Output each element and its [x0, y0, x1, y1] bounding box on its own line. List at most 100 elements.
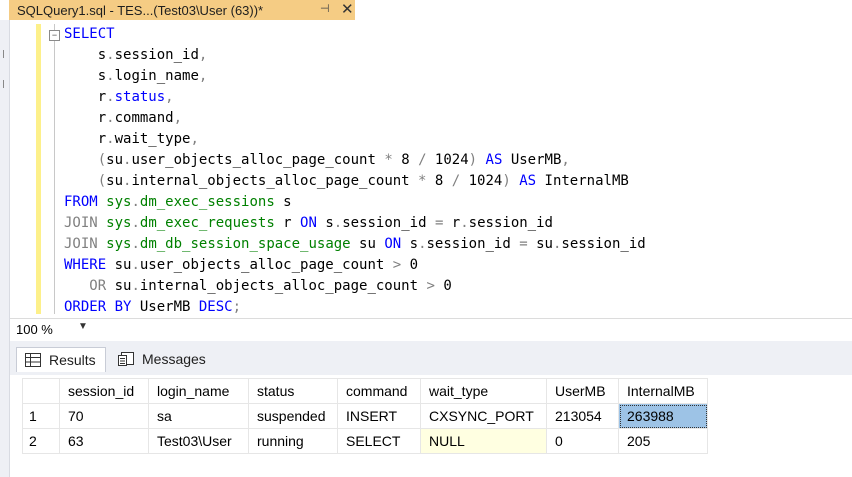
code-token: su	[114, 257, 132, 273]
code-token: 0	[401, 257, 419, 273]
code-token: ,	[173, 110, 183, 126]
column-header-login-name[interactable]: login_name	[148, 378, 249, 404]
column-header-internalmb[interactable]: InternalMB	[618, 378, 708, 404]
cell-usermb[interactable]: 0	[546, 428, 619, 454]
code-token: ,	[561, 152, 570, 168]
code-token: JOIN	[64, 236, 107, 252]
column-header-session-id[interactable]: session_id	[59, 378, 149, 404]
code-token: r	[64, 131, 107, 147]
code-line[interactable]: OR su.internal_objects_alloc_page_count …	[64, 276, 646, 297]
document-tab-strip: SQLQuery1.sql - TES...(Test03\User (63))…	[0, 0, 852, 20]
code-token: /	[418, 152, 427, 168]
cell-wait-type[interactable]: NULL	[420, 428, 547, 454]
row-number[interactable]: 1	[22, 403, 60, 429]
code-token: (	[64, 173, 107, 189]
code-token: session_id	[468, 215, 553, 231]
code-token: UserMB	[139, 299, 199, 315]
code-line[interactable]: WHERE su.user_objects_alloc_page_count >…	[64, 255, 646, 276]
code-token: session_id	[114, 47, 199, 63]
table-row[interactable]: 2 63 Test03\User running SELECT NULL 0 2…	[22, 428, 708, 454]
code-token: wait_type	[114, 131, 191, 147]
code-token: .	[418, 236, 427, 252]
code-line[interactable]: r.status,	[64, 87, 646, 108]
cell-internalmb[interactable]: 205	[618, 428, 708, 454]
code-token: 1024	[460, 173, 503, 189]
results-table: session_id login_name status command wai…	[22, 378, 708, 454]
cell-command[interactable]: INSERT	[337, 403, 421, 429]
code-token: r	[64, 110, 107, 126]
code-token: .	[131, 278, 140, 294]
header-row: session_id login_name status command wai…	[22, 378, 708, 404]
code-token: s	[64, 68, 107, 84]
code-token: .	[460, 215, 469, 231]
code-token: user_objects_alloc_page_count	[139, 257, 393, 273]
code-line[interactable]: FROM sys.dm_exec_sessions s	[64, 192, 646, 213]
editor-status-bar: 100 % ▼	[10, 318, 852, 341]
code-line[interactable]: r.command,	[64, 108, 646, 129]
code-token: sys	[106, 194, 132, 210]
code-line[interactable]: JOIN sys.dm_db_session_space_usage su ON…	[64, 234, 646, 255]
cell-internalmb[interactable]: 263988	[618, 403, 708, 429]
table-row[interactable]: 1 70 sa suspended INSERT CXSYNC_PORT 213…	[22, 403, 708, 429]
code-line[interactable]: (su.user_objects_alloc_page_count * 8 / …	[64, 150, 646, 171]
document-tab[interactable]: SQLQuery1.sql - TES...(Test03\User (63))…	[9, 0, 355, 20]
cell-login-name[interactable]: Test03\User	[148, 428, 249, 454]
code-line[interactable]: s.login_name,	[64, 66, 646, 87]
row-number-header[interactable]	[22, 378, 60, 404]
tab-messages[interactable]: Messages	[110, 347, 220, 371]
results-grid[interactable]: session_id login_name status command wai…	[10, 375, 852, 477]
code-token: internal_objects_alloc_page_count	[139, 278, 427, 294]
close-icon[interactable]: ✕	[341, 0, 354, 20]
code-token: login_name	[114, 68, 199, 84]
query-editor[interactable]: − SELECT s.session_id, s.login_name, r.s…	[10, 20, 852, 317]
code-token: JOIN	[64, 215, 107, 231]
code-token: status	[114, 89, 166, 105]
cell-usermb[interactable]: 213054	[546, 403, 619, 429]
code-token: internal_objects_alloc_page_count	[131, 173, 419, 189]
code-token: dm_exec_requests	[139, 215, 275, 231]
code-token: .	[131, 194, 140, 210]
code-token: r	[443, 215, 461, 231]
pin-icon[interactable]: ⊣	[320, 2, 330, 15]
code-line[interactable]: JOIN sys.dm_exec_requests r ON s.session…	[64, 213, 646, 234]
code-line[interactable]: s.session_id,	[64, 45, 646, 66]
code-line[interactable]: (su.internal_objects_alloc_page_count * …	[64, 171, 646, 192]
document-tab-title: SQLQuery1.sql - TES...(Test03\User (63))…	[17, 2, 264, 18]
code-token: sys	[106, 236, 132, 252]
tab-results[interactable]: Results	[16, 347, 106, 372]
chevron-down-icon[interactable]: ▼	[78, 321, 88, 332]
code-line[interactable]: r.wait_type,	[64, 129, 646, 150]
collapse-toggle-icon[interactable]: −	[49, 30, 60, 41]
messages-icon	[118, 352, 134, 366]
row-number[interactable]: 2	[22, 428, 60, 454]
code-token: ;	[232, 299, 242, 315]
code-token: .	[106, 89, 115, 105]
column-header-status[interactable]: status	[248, 378, 338, 404]
code-token: OR	[64, 278, 115, 294]
code-token: /	[451, 173, 461, 189]
code-token: .	[106, 47, 115, 63]
column-header-command[interactable]: command	[337, 378, 421, 404]
code-token: )	[502, 173, 511, 189]
code-token: session_id	[426, 236, 520, 252]
code-token: ORDER BY	[64, 299, 140, 315]
cell-command[interactable]: SELECT	[337, 428, 421, 454]
code-token: WHERE	[64, 257, 115, 273]
cell-wait-type[interactable]: CXSYNC_PORT	[420, 403, 547, 429]
outline-gutter	[54, 24, 55, 314]
column-header-usermb[interactable]: UserMB	[546, 378, 619, 404]
cell-status[interactable]: running	[248, 428, 338, 454]
code-line[interactable]: SELECT	[64, 24, 646, 45]
cell-login-name[interactable]: sa	[148, 403, 249, 429]
column-header-wait-type[interactable]: wait_type	[420, 378, 547, 404]
code-token: su	[106, 173, 124, 189]
cell-session-id[interactable]: 70	[59, 403, 149, 429]
cell-session-id[interactable]: 63	[59, 428, 149, 454]
sql-code[interactable]: SELECT s.session_id, s.login_name, r.sta…	[64, 24, 646, 318]
code-line[interactable]: ORDER BY UserMB DESC;	[64, 297, 646, 318]
code-token: 8	[426, 173, 452, 189]
code-token: SELECT	[64, 26, 115, 42]
cell-status[interactable]: suspended	[248, 403, 338, 429]
code-token: *	[384, 152, 393, 168]
code-token: >	[392, 257, 402, 273]
